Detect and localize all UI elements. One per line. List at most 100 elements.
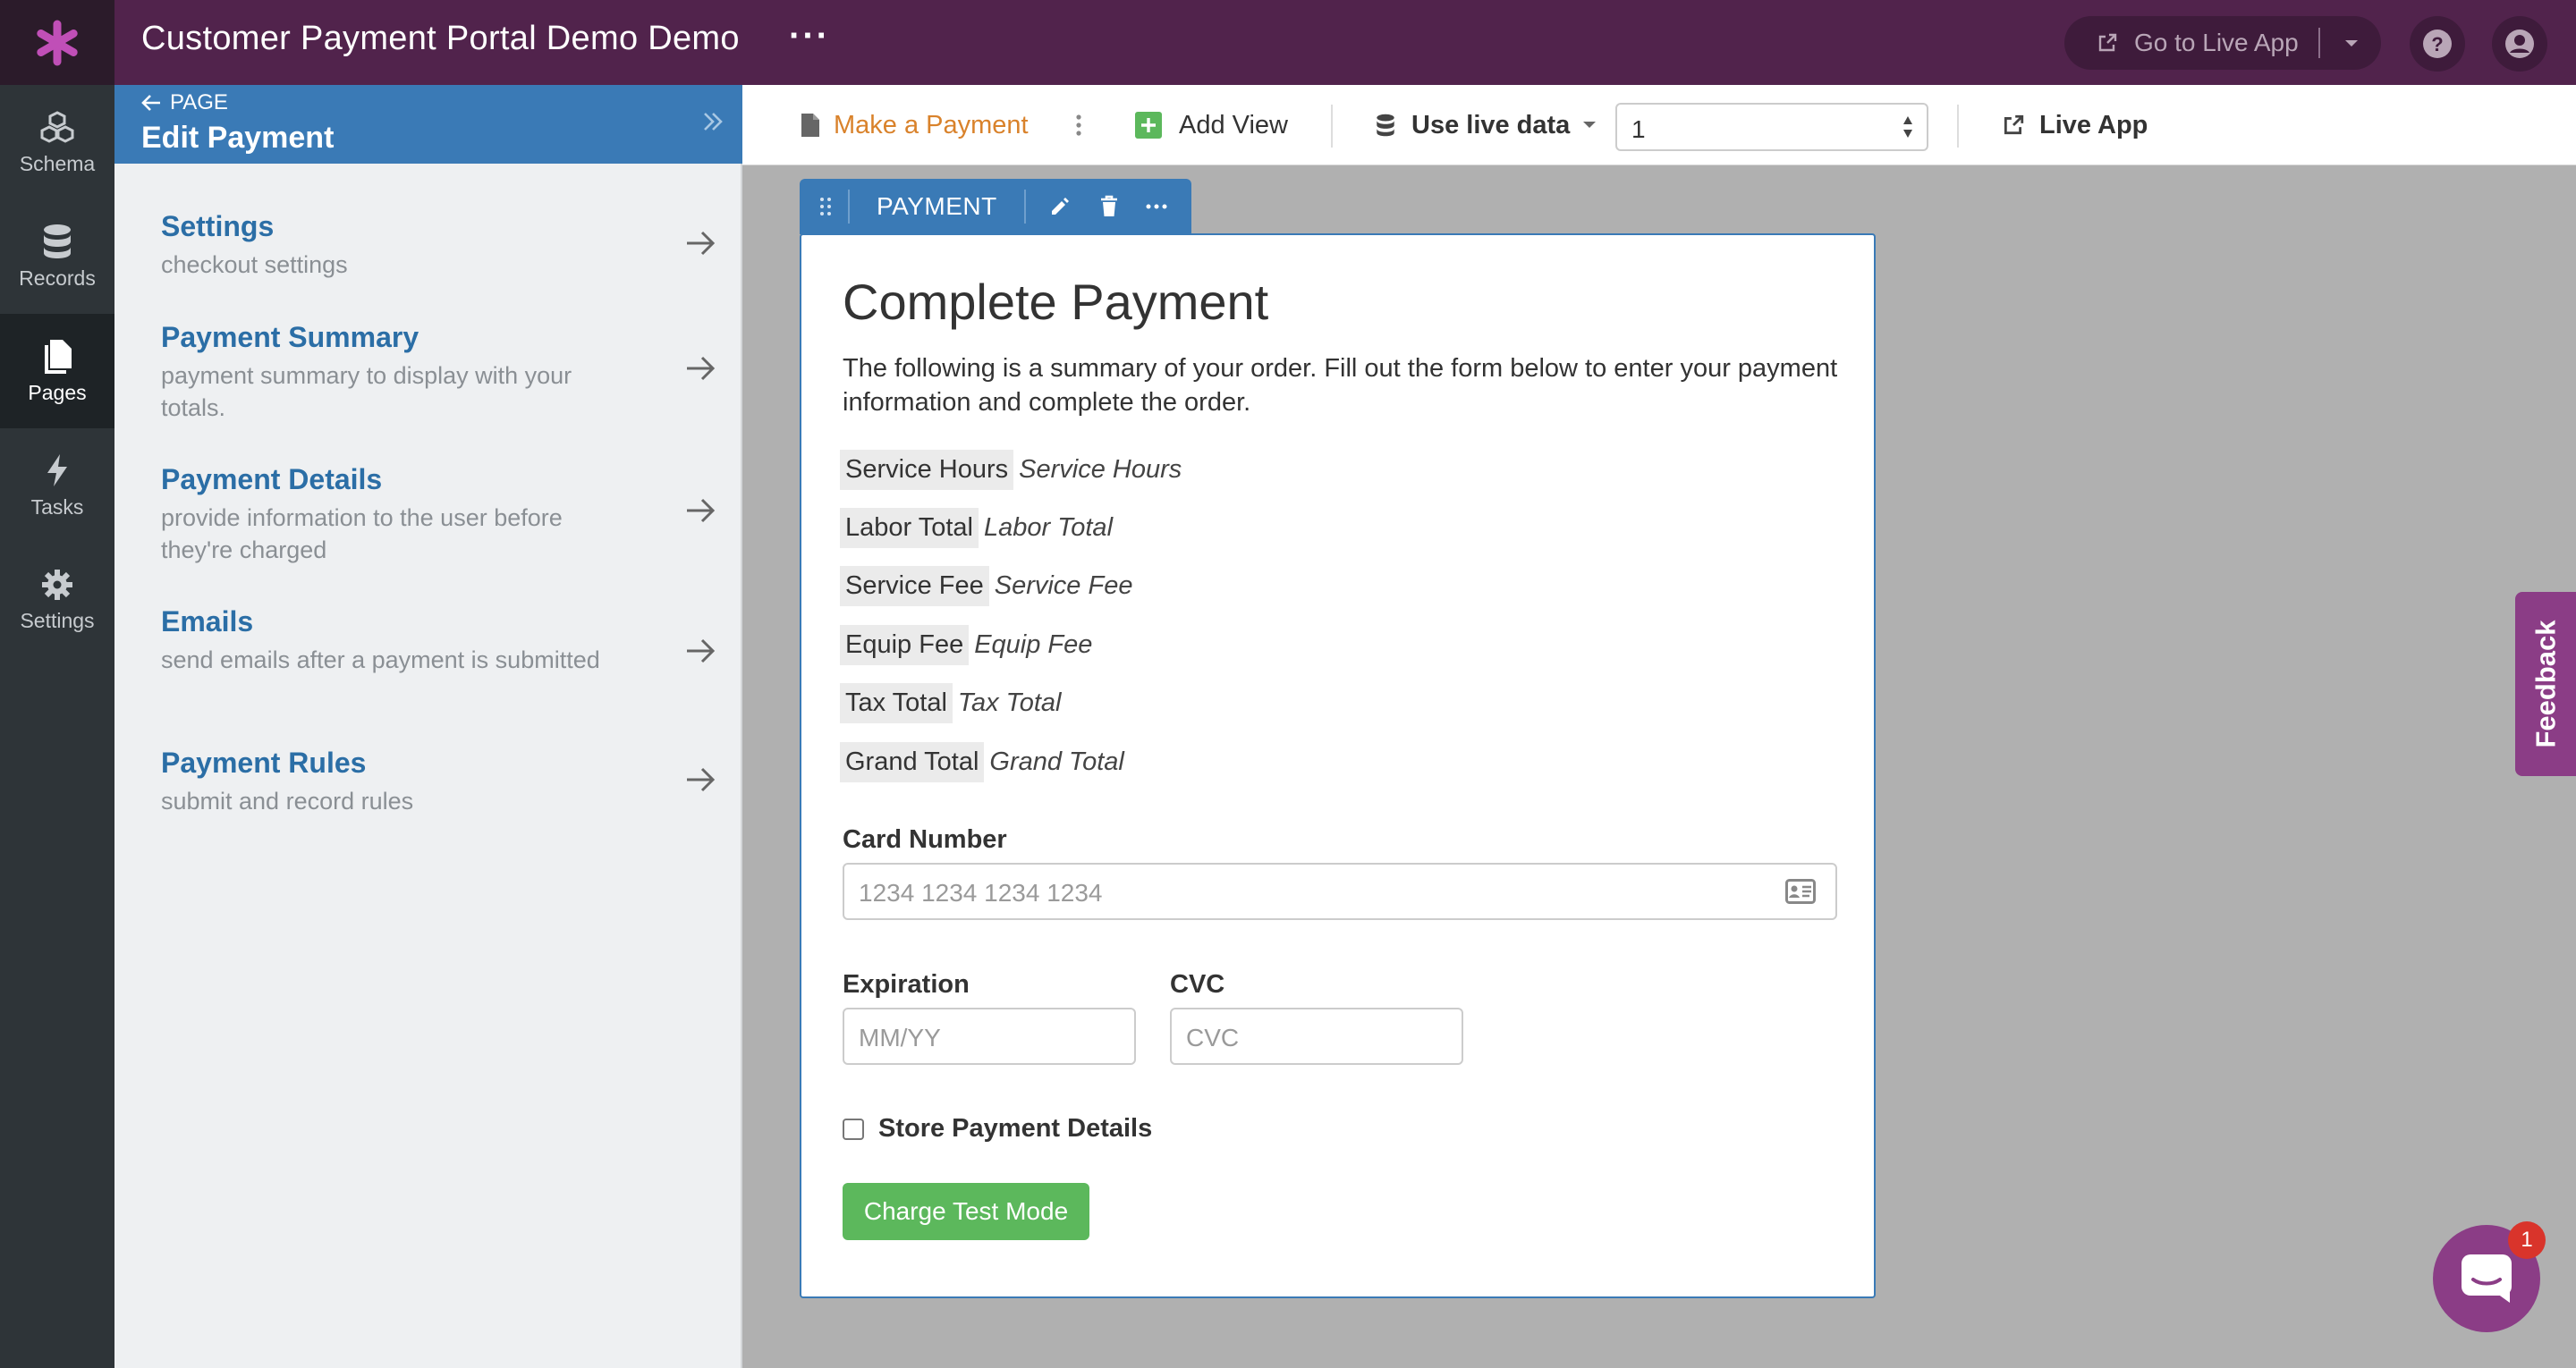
- page-options-button[interactable]: [1075, 85, 1082, 165]
- side-item-desc: provide information to the user before t…: [161, 504, 563, 563]
- rail-item-tasks[interactable]: Tasks: [0, 428, 114, 543]
- rail-item-schema[interactable]: Schema: [0, 85, 114, 199]
- rail-item-pages[interactable]: Pages: [0, 314, 114, 428]
- help-button[interactable]: ?: [2410, 16, 2465, 72]
- live-app-link[interactable]: Live App: [2002, 85, 2148, 165]
- bolt-icon: [47, 453, 67, 486]
- svg-text:?: ?: [2431, 33, 2443, 55]
- app-title: Customer Payment Portal Demo Demo: [141, 20, 740, 57]
- rail-item-records[interactable]: Records: [0, 199, 114, 314]
- add-view-button[interactable]: Add View: [1134, 85, 1288, 165]
- summary-value: Tax Total: [957, 688, 1062, 717]
- go-to-live-app-button[interactable]: Go to Live App: [2064, 16, 2381, 70]
- summary-row: Grand Total Grand Total: [840, 742, 1124, 782]
- page-name-button[interactable]: Make a Payment: [800, 85, 1029, 165]
- collapse-panel-icon[interactable]: [701, 110, 724, 133]
- logo[interactable]: [0, 0, 114, 85]
- expiration-input[interactable]: MM/YY: [843, 1008, 1136, 1065]
- page-name: Make a Payment: [834, 110, 1029, 139]
- side-item-emails[interactable]: Emails send emails after a payment is su…: [161, 605, 716, 676]
- updown-arrows-icon: [1903, 116, 1912, 138]
- expiration-placeholder: MM/YY: [859, 1024, 941, 1051]
- use-live-data-dropdown[interactable]: Use live data: [1376, 85, 1597, 165]
- use-live-data-label: Use live data: [1411, 110, 1571, 139]
- trash-icon[interactable]: [1099, 195, 1119, 218]
- schema-icon: [40, 110, 74, 143]
- view-tab-payment[interactable]: PAYMENT: [800, 179, 1191, 234]
- rail-item-settings[interactable]: Settings: [0, 543, 114, 657]
- summary-label: Labor Total: [840, 508, 979, 548]
- back-to-page-link[interactable]: PAGE: [141, 90, 228, 115]
- side-item-settings[interactable]: Settings checkout settings: [161, 210, 716, 281]
- cvc-placeholder: CVC: [1186, 1024, 1240, 1051]
- user-icon: [2505, 30, 2534, 58]
- plus-square-icon: [1135, 112, 1162, 139]
- rail-label: Pages: [28, 380, 87, 404]
- edit-pencil-icon[interactable]: [1049, 196, 1071, 217]
- database-icon: [1377, 114, 1394, 137]
- view-title: Complete Payment: [843, 274, 1269, 330]
- side-item-title: Payment Summary: [161, 321, 419, 353]
- card-number-placeholder: 1234 1234 1234 1234: [859, 879, 1103, 907]
- rail-label: Schema: [19, 151, 96, 175]
- summary-row: Labor Total Labor Total: [840, 508, 1113, 548]
- side-panel-title: Edit Payment: [141, 121, 335, 155]
- rail-label: Records: [19, 266, 96, 290]
- caret-down-icon[interactable]: [2343, 38, 2360, 48]
- page-toolbar: Make a Payment Add View Use live data 1: [742, 85, 2576, 165]
- add-view-label: Add View: [1179, 110, 1288, 139]
- side-panel: PAGE Edit Payment Settings checkout sett…: [114, 85, 742, 1368]
- summary-label: Grand Total: [840, 742, 985, 782]
- arrow-left-icon: [141, 95, 160, 111]
- side-item-desc: submit and record rules: [161, 788, 414, 815]
- record-select[interactable]: 1: [1615, 103, 1928, 151]
- side-panel-header: PAGE Edit Payment: [114, 85, 742, 164]
- database-icon: [44, 224, 71, 258]
- card-number-input[interactable]: 1234 1234 1234 1234: [843, 863, 1837, 920]
- rail-label: Tasks: [30, 494, 84, 519]
- drag-handle-icon[interactable]: [819, 196, 832, 217]
- expiration-label: Expiration: [843, 970, 970, 999]
- chat-icon: [2462, 1254, 2512, 1303]
- store-payment-label: Store Payment Details: [878, 1114, 1153, 1143]
- external-link-icon: [2004, 114, 2024, 135]
- feedback-label: Feedback: [2529, 620, 2562, 748]
- back-label: PAGE: [170, 90, 228, 114]
- external-link-icon: [2098, 33, 2117, 52]
- gear-icon: [42, 569, 72, 600]
- divider: [1023, 190, 1026, 224]
- record-select-value: 1: [1631, 115, 1646, 143]
- summary-value: Labor Total: [983, 513, 1114, 542]
- account-button[interactable]: [2492, 16, 2547, 72]
- arrow-right-icon: [687, 231, 716, 256]
- cvc-input[interactable]: CVC: [1170, 1008, 1463, 1065]
- side-item-title: Payment Rules: [161, 747, 367, 779]
- page-icon: [801, 114, 819, 137]
- more-dots-icon[interactable]: [1146, 203, 1167, 210]
- view-intro: The following is a summary of your order…: [843, 354, 1838, 417]
- summary-label: Service Hours: [840, 450, 1014, 490]
- feedback-tab[interactable]: Feedback: [2515, 592, 2576, 776]
- summary-value: Service Fee: [994, 571, 1133, 600]
- side-item-title: Emails: [161, 605, 254, 638]
- side-item-title: Payment Details: [161, 463, 383, 495]
- summary-value: Service Hours: [1019, 455, 1182, 484]
- view-tab-label: PAYMENT: [877, 192, 997, 220]
- store-payment-checkbox[interactable]: [843, 1119, 864, 1140]
- side-item-payment-details[interactable]: Payment Details provide information to t…: [161, 463, 716, 566]
- arrow-right-icon: [687, 767, 716, 792]
- charge-button[interactable]: Charge Test Mode: [843, 1183, 1089, 1240]
- card-icon: [1785, 879, 1816, 904]
- arrow-right-icon: [687, 356, 716, 381]
- app-more-menu[interactable]: ···: [789, 16, 830, 56]
- summary-label: Service Fee: [840, 566, 989, 606]
- help-icon: ?: [2423, 30, 2452, 58]
- side-item-payment-rules[interactable]: Payment Rules submit and record rules: [161, 747, 716, 817]
- side-item-desc: checkout settings: [161, 251, 348, 278]
- summary-value: Grand Total: [989, 747, 1124, 776]
- rail-label: Settings: [20, 608, 95, 632]
- divider: [848, 190, 850, 224]
- summary-row: Service Fee Service Fee: [840, 566, 1132, 606]
- arrow-right-icon: [687, 498, 716, 523]
- side-item-payment-summary[interactable]: Payment Summary payment summary to displ…: [161, 321, 716, 424]
